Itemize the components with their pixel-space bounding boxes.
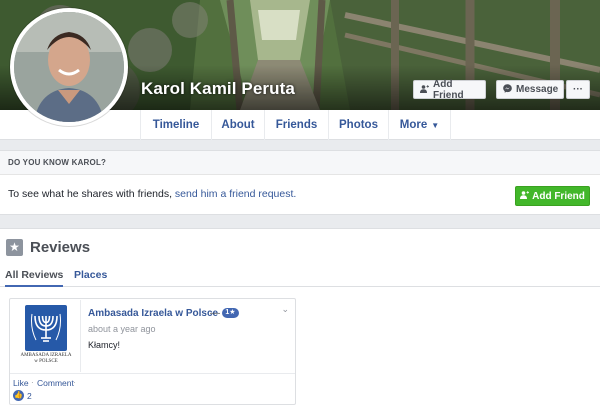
- reviews-title[interactable]: Reviews: [30, 239, 90, 256]
- review-timestamp[interactable]: about a year ago: [88, 324, 156, 334]
- review-text: Kłamcy!: [88, 340, 121, 350]
- star-icon: ★: [6, 239, 23, 256]
- page-thumbnail[interactable]: AMBASADA IZRAELA w POLSCE: [11, 300, 81, 372]
- ellipsis-icon: ···: [573, 84, 583, 95]
- profile-picture[interactable]: [10, 8, 128, 126]
- tab-about[interactable]: About: [211, 110, 264, 140]
- emblem-caption: AMBASADA IZRAELA w POLSCE: [13, 353, 79, 365]
- tab-photos[interactable]: Photos: [328, 110, 388, 140]
- reviews-header: ★ Reviews: [6, 239, 90, 256]
- tab-friends[interactable]: Friends: [264, 110, 328, 140]
- avatar-portrait: [14, 12, 124, 122]
- thumbs-up-icon: 👍: [13, 390, 24, 401]
- reviews-section: ★ Reviews All Reviews Places AMBASADA IZ…: [0, 228, 600, 408]
- message-button[interactable]: Message: [496, 80, 564, 99]
- tab-more-label: More: [399, 119, 428, 131]
- friend-request-prefix: To see what he shares with friends,: [8, 188, 175, 200]
- review-card: AMBASADA IZRAELA w POLSCE Ambasada Izrae…: [9, 298, 296, 405]
- like-link[interactable]: Like: [13, 378, 29, 388]
- action-separator-end: ·: [73, 378, 76, 387]
- reviews-tabs: All Reviews Places: [0, 263, 600, 287]
- person-plus-icon: [520, 191, 530, 201]
- tab-places[interactable]: Places: [74, 269, 107, 281]
- emblem-caption-line-2: w POLSCE: [34, 359, 58, 364]
- add-friend-label: Add Friend: [433, 78, 464, 101]
- messenger-icon: [503, 84, 512, 95]
- tab-more[interactable]: More ▼: [388, 110, 451, 140]
- person-plus-icon: [420, 84, 429, 95]
- review-actions: Like · Comment · 👍 2: [10, 373, 295, 405]
- add-friend-button[interactable]: Add Friend: [413, 78, 486, 101]
- tab-friends-label: Friends: [275, 119, 318, 131]
- like-summary[interactable]: 👍 2: [13, 390, 32, 401]
- message-label: Message: [516, 84, 559, 95]
- profile-name[interactable]: Karol Kamil Peruta: [141, 79, 295, 99]
- like-count: 2: [27, 390, 32, 401]
- tab-all-reviews[interactable]: All Reviews: [5, 269, 64, 287]
- review-page-name[interactable]: Ambasada Izraela w Polsce: [88, 308, 218, 319]
- send-friend-request-link[interactable]: send him a friend request.: [175, 188, 296, 200]
- friend-request-heading: DO YOU KNOW KAROL?: [0, 151, 600, 175]
- tab-about-label: About: [221, 119, 255, 131]
- friend-request-text: To see what he shares with friends, send…: [8, 188, 296, 200]
- more-options-button[interactable]: ···: [566, 80, 590, 99]
- comment-link[interactable]: Comment: [37, 378, 74, 388]
- review-dash: —: [210, 308, 220, 319]
- add-friend-green-button[interactable]: Add Friend: [515, 186, 590, 206]
- tab-photos-label: Photos: [339, 119, 378, 131]
- rating-badge: 1★: [222, 308, 239, 318]
- tab-timeline-label: Timeline: [152, 119, 200, 131]
- add-friend-green-label: Add Friend: [532, 190, 585, 202]
- action-separator: ·: [31, 378, 34, 387]
- avatar-image: [14, 12, 124, 122]
- menorah-emblem-icon: [25, 305, 67, 351]
- chevron-down-icon[interactable]: ⌄: [281, 304, 289, 315]
- caret-down-icon: ▼: [431, 121, 440, 130]
- tab-timeline[interactable]: Timeline: [140, 110, 211, 140]
- friend-request-box: DO YOU KNOW KAROL? To see what he shares…: [0, 150, 600, 215]
